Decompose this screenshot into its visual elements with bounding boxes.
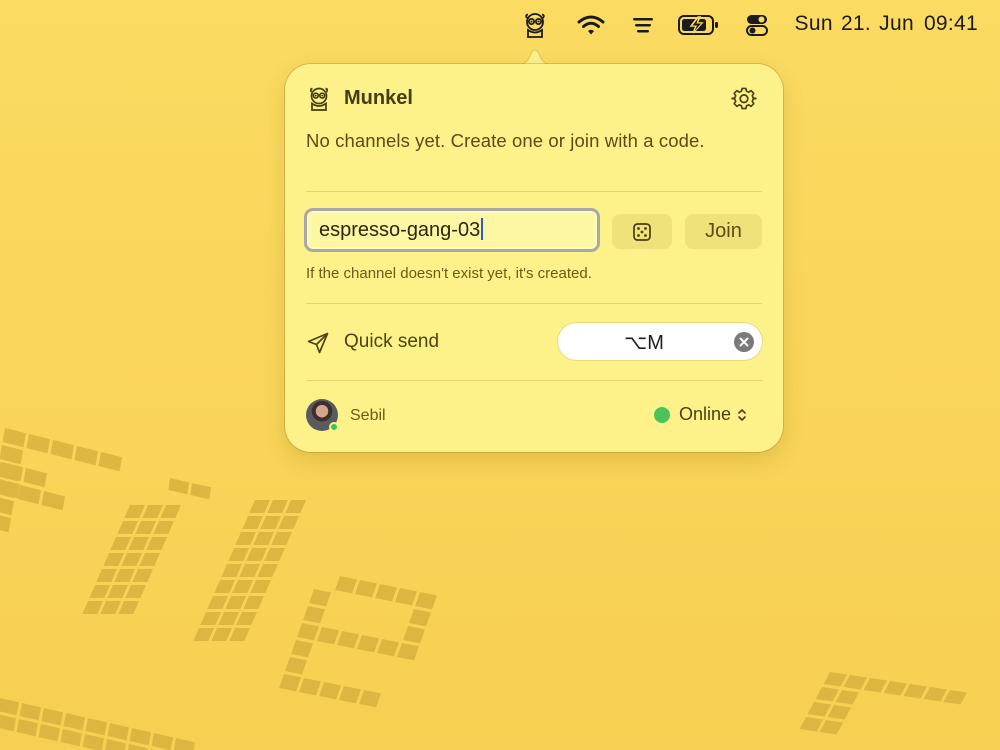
empty-channels-message: No channels yet. Create one or join with… — [306, 130, 705, 151]
munkel-popover: Munkel No channels yet. Create one or jo… — [285, 64, 783, 452]
shortcut-keys: ⌥M — [624, 332, 664, 354]
channel-hint: If the channel doesn't exist yet, it's c… — [306, 265, 592, 282]
dice-icon — [633, 222, 651, 241]
control-center-icon[interactable] — [742, 8, 772, 42]
munkel-menubar-icon[interactable] — [520, 8, 550, 42]
menubar-clock[interactable]: Sun 21. Jun 09:41 — [795, 12, 978, 36]
battery-charging-icon[interactable] — [676, 8, 720, 42]
status-dot — [653, 406, 670, 423]
online-indicator-dot — [329, 422, 339, 432]
clock-date: Sun 21. Jun — [794, 12, 914, 35]
popover-header: Munkel — [306, 84, 761, 114]
text-caret — [481, 218, 484, 240]
user-name: Sebil — [350, 407, 386, 424]
close-icon — [739, 337, 749, 347]
popover-arrow — [514, 49, 556, 66]
menu-bar: Sun 21. Jun 09:41 — [0, 0, 1000, 50]
paper-plane-icon — [307, 332, 329, 354]
channel-code-input[interactable]: espresso-gang-03 — [304, 208, 600, 252]
chevron-up-down-icon — [738, 408, 746, 421]
divider — [306, 380, 762, 381]
clear-shortcut-button[interactable] — [734, 332, 754, 352]
quick-send-label: Quick send — [344, 331, 440, 352]
clock-time: 09:41 — [923, 12, 978, 35]
status-selector[interactable]: Online — [653, 404, 747, 425]
channel-input-value: espresso-gang-03 — [319, 219, 481, 241]
user-avatar[interactable] — [306, 399, 339, 432]
focus-lines-icon[interactable] — [628, 8, 658, 42]
app-title: Munkel — [344, 87, 413, 109]
status-label: Online — [678, 404, 731, 424]
random-channel-dice-button[interactable] — [612, 214, 672, 249]
divider — [306, 191, 762, 192]
wifi-icon[interactable] — [575, 8, 607, 42]
divider — [306, 303, 762, 304]
join-button[interactable]: Join — [685, 214, 762, 249]
munkel-app-icon — [309, 87, 329, 111]
settings-gear-icon[interactable] — [731, 86, 757, 112]
quick-send-shortcut-recorder[interactable]: ⌥M — [558, 323, 762, 360]
